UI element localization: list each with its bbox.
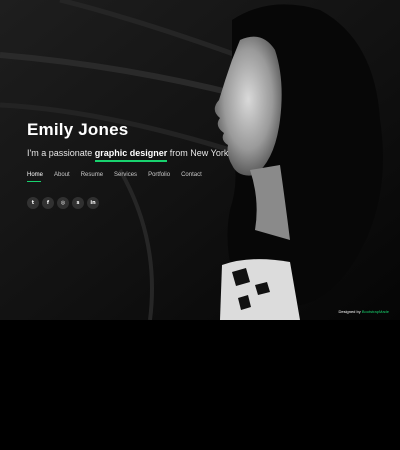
nav-item-home[interactable]: Home [27, 172, 43, 182]
hero-content: Emily Jones I'm a passionate graphic des… [27, 118, 257, 209]
tagline-suffix: from New York [167, 148, 229, 158]
facebook-icon[interactable]: f [42, 197, 54, 209]
tagline-role: graphic designer [94, 148, 168, 162]
tagline-prefix: I'm a passionate [27, 148, 95, 158]
nav-item-resume[interactable]: Resume [81, 172, 103, 182]
footer-credits: Designed by BootstrapMade [339, 309, 390, 314]
twitter-icon[interactable]: t [27, 197, 39, 209]
instagram-icon[interactable]: ◎ [57, 197, 69, 209]
nav-item-services[interactable]: Services [114, 172, 137, 182]
nav-item-portfolio[interactable]: Portfolio [148, 172, 170, 182]
hero-section: Emily Jones I'm a passionate graphic des… [0, 0, 400, 320]
main-nav: Home About Resume Services Portfolio Con… [27, 172, 257, 182]
page-below-hero [0, 320, 400, 450]
credits-prefix: Designed by [338, 309, 362, 314]
hero-name: Emily Jones [27, 120, 129, 139]
hero-tagline: I'm a passionate graphic designer from N… [27, 146, 257, 162]
linkedin-icon[interactable]: in [87, 197, 99, 209]
nav-item-about[interactable]: About [54, 172, 70, 182]
nav-item-contact[interactable]: Contact [181, 172, 202, 182]
skype-icon[interactable]: s [72, 197, 84, 209]
credits-link[interactable]: BootstrapMade [362, 309, 389, 314]
social-links: t f ◎ s in [27, 197, 257, 209]
